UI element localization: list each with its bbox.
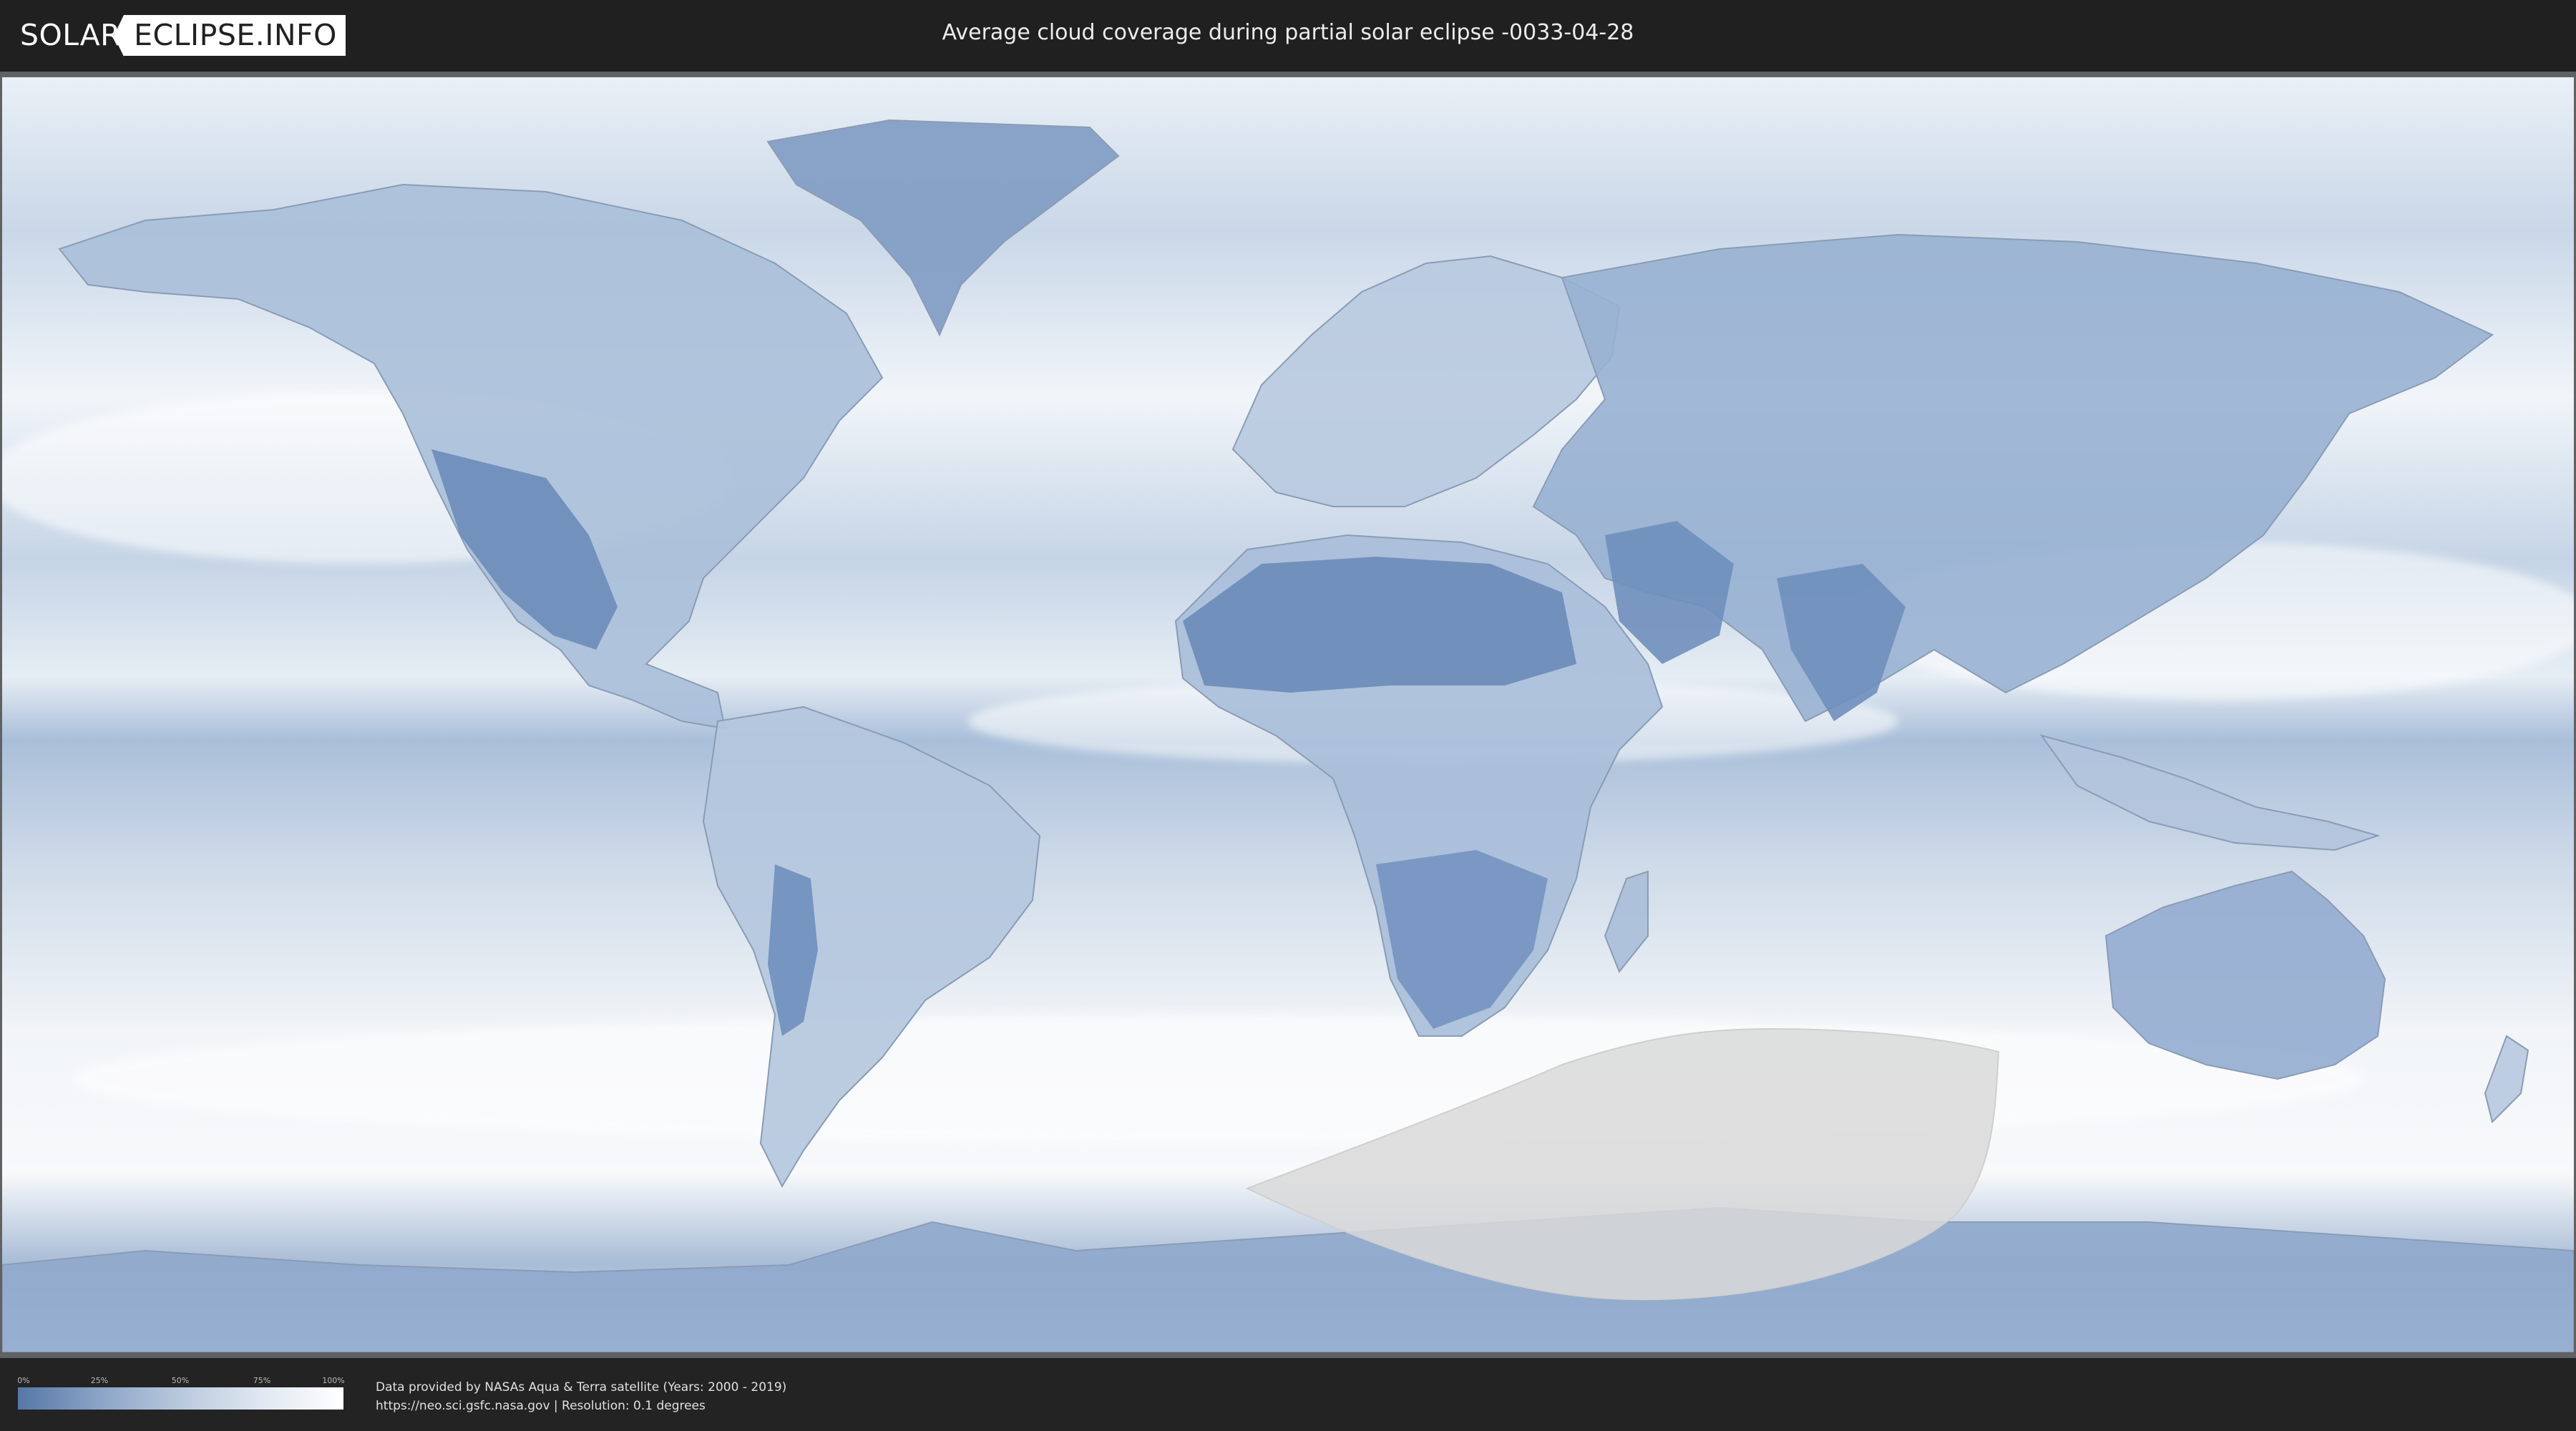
legend-tick-50: 50%: [171, 1376, 190, 1385]
credits-line-1: Data provided by NASAs Aqua & Terra sate…: [376, 1380, 787, 1395]
legend-tick-100: 100%: [322, 1376, 345, 1385]
legend-tick-0: 0%: [17, 1376, 30, 1385]
page-title: Average cloud coverage during partial so…: [942, 20, 1634, 45]
legend-ticks: 0% 25% 50% 75% 100%: [17, 1376, 345, 1387]
page: SOLAR ECLIPSE.INFO Average cloud coverag…: [0, 0, 2576, 1431]
data-credits: Data provided by NASAs Aqua & Terra sate…: [376, 1378, 786, 1415]
legend-tick-75: 75%: [253, 1376, 271, 1385]
footer-bar: 0% 25% 50% 75% 100% Data provided by NAS…: [0, 1358, 2576, 1431]
header-bar: SOLAR ECLIPSE.INFO Average cloud coverag…: [0, 0, 2576, 72]
legend-tick-25: 25%: [90, 1376, 109, 1385]
cloud-coverage-legend: 0% 25% 50% 75% 100%: [17, 1376, 345, 1410]
legend-color-bar: [18, 1387, 343, 1410]
cloud-coverage-map[interactable]: [2, 77, 2574, 1352]
map-frame: [0, 72, 2576, 1358]
credits-line-2: https://neo.sci.gsfc.nasa.gov | Resoluti…: [376, 1399, 706, 1413]
